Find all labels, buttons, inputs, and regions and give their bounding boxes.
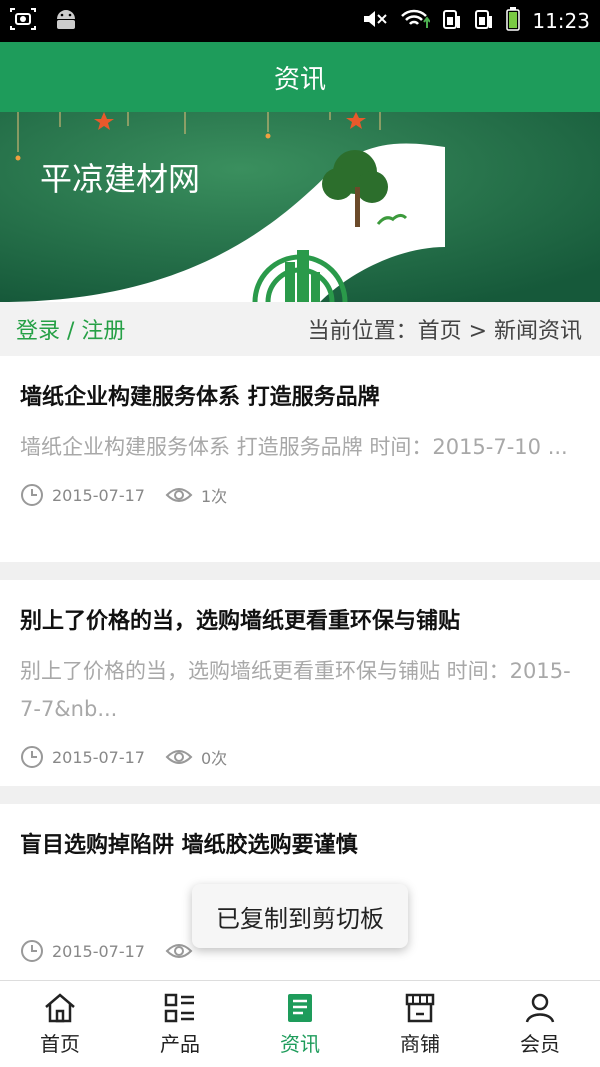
news-date: 2015-07-17 <box>20 745 145 769</box>
news-title: 墙纸企业构建服务体系 打造服务品牌 <box>20 385 380 410</box>
list-item[interactable]: 别上了价格的当，选购墙纸更看重环保与铺贴 别上了价格的当，选购墙纸更看重环保与铺… <box>0 580 600 786</box>
news-views: 1次 <box>165 483 227 507</box>
news-date: 2015-07-17 <box>20 939 145 963</box>
mute-icon <box>362 8 388 35</box>
banner-image[interactable]: 平凉建材网 <box>0 112 600 302</box>
news-summary: 别上了价格的当，选购墙纸更看重环保与铺贴 时间：2015-7-7&nb... <box>20 659 571 721</box>
breadcrumb: 当前位置：首页 > 新闻资讯 <box>307 319 582 344</box>
tab-home[interactable]: 首页 <box>0 981 120 1067</box>
member-icon <box>525 993 555 1023</box>
eye-icon <box>165 488 193 502</box>
news-title: 别上了价格的当，选购墙纸更看重环保与铺贴 <box>20 609 461 634</box>
news-summary: 墙纸企业构建服务体系 打造服务品牌 时间：2015-7-10 ... <box>20 435 568 459</box>
clock-icon <box>21 484 43 506</box>
svg-text:平凉建材网: 平凉建材网 <box>40 160 200 198</box>
news-icon <box>288 993 312 1022</box>
app-bar: 资讯 <box>0 42 600 112</box>
news-date: 2015-07-17 <box>20 483 145 507</box>
eye-icon <box>165 750 193 764</box>
clock-time: 11:23 <box>532 9 590 33</box>
toast-message: 已复制到剪切板 <box>192 884 408 948</box>
bottom-tab-bar: 首页 产品 资讯 商铺 会员 <box>0 980 600 1067</box>
signal-2-icon <box>474 8 494 35</box>
news-views: 0次 <box>165 745 227 769</box>
login-register-link[interactable]: 登录 / 注册 <box>16 313 125 345</box>
product-list-icon <box>164 993 194 1022</box>
news-meta: 2015-07-17 0次 <box>20 728 580 786</box>
breadcrumb-bar: 登录 / 注册 当前位置：首页 > 新闻资讯 <box>0 302 600 356</box>
screenshot-icon <box>10 8 36 34</box>
tab-member[interactable]: 会员 <box>480 981 600 1067</box>
tab-shop[interactable]: 商铺 <box>360 981 480 1067</box>
status-bar: 11:23 <box>0 0 600 42</box>
eye-icon <box>165 944 193 958</box>
wifi-icon <box>400 8 432 35</box>
android-icon <box>54 8 78 34</box>
tab-news[interactable]: 资讯 <box>240 981 360 1067</box>
tab-product[interactable]: 产品 <box>120 981 240 1067</box>
news-meta: 2015-07-17 1次 <box>20 466 580 524</box>
signal-1-icon <box>442 8 462 35</box>
battery-icon <box>506 6 521 36</box>
clock-icon <box>21 746 43 768</box>
list-item[interactable]: 墙纸企业构建服务体系 打造服务品牌 墙纸企业构建服务体系 打造服务品牌 时间：2… <box>0 356 600 562</box>
clock-icon <box>21 940 43 962</box>
shop-icon <box>405 993 435 1022</box>
page-title: 资讯 <box>273 64 326 95</box>
news-title: 盲目选购掉陷阱 墙纸胶选购要谨慎 <box>20 833 358 858</box>
home-icon <box>45 992 75 1022</box>
